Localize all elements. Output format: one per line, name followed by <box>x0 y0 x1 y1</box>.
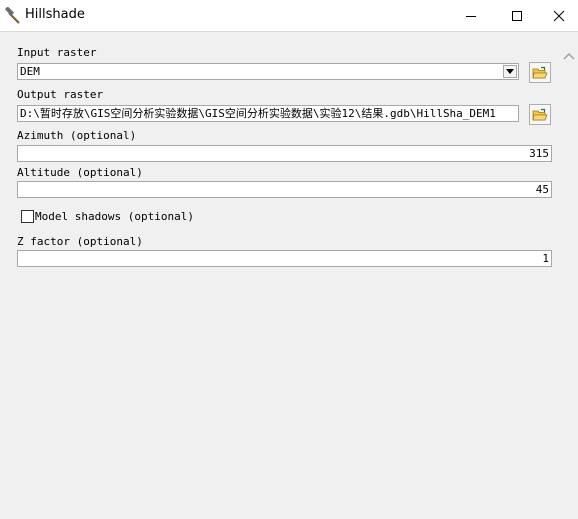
output-raster-browse-button[interactable] <box>529 104 551 125</box>
input-raster-label: Input raster <box>17 46 97 59</box>
output-raster-value: D:\暂时存放\GIS空间分析实验数据\GIS空间分析实验数据\实验12\结果.… <box>20 107 496 120</box>
input-raster-combobox[interactable]: DEM <box>17 63 519 80</box>
chevron-down-icon <box>506 69 514 74</box>
azimuth-input[interactable]: 315 <box>17 145 552 162</box>
maximize-icon <box>512 10 522 21</box>
window-title: Hillshade <box>25 7 85 22</box>
vertical-scrollbar[interactable] <box>560 32 578 519</box>
azimuth-label: Azimuth (optional) <box>17 129 137 142</box>
model-shadows-checkbox[interactable] <box>21 210 34 223</box>
close-icon <box>553 10 565 21</box>
minimize-button[interactable] <box>448 0 494 31</box>
output-raster-input[interactable]: D:\暂时存放\GIS空间分析实验数据\GIS空间分析实验数据\实验12\结果.… <box>17 105 519 122</box>
scroll-up-icon[interactable] <box>563 50 575 63</box>
output-raster-label: Output raster <box>17 88 104 101</box>
z-factor-value: 1 <box>542 252 549 265</box>
hammer-icon <box>4 6 22 25</box>
title-bar: Hillshade <box>0 0 578 32</box>
z-factor-label: Z factor (optional) <box>17 235 143 248</box>
minimize-icon <box>466 15 476 17</box>
altitude-input[interactable]: 45 <box>17 181 552 198</box>
open-folder-icon <box>532 66 548 78</box>
altitude-value: 45 <box>535 183 549 196</box>
input-raster-value: DEM <box>20 65 40 78</box>
model-shadows-label: Model shadows (optional) <box>35 210 194 223</box>
z-factor-input[interactable]: 1 <box>17 250 552 267</box>
close-button[interactable] <box>540 0 578 31</box>
azimuth-value: 315 <box>529 147 549 160</box>
maximize-button[interactable] <box>494 0 540 31</box>
dropdown-button[interactable] <box>503 65 517 78</box>
open-folder-icon <box>532 108 548 120</box>
input-raster-browse-button[interactable] <box>529 62 551 83</box>
altitude-label: Altitude (optional) <box>17 166 143 179</box>
